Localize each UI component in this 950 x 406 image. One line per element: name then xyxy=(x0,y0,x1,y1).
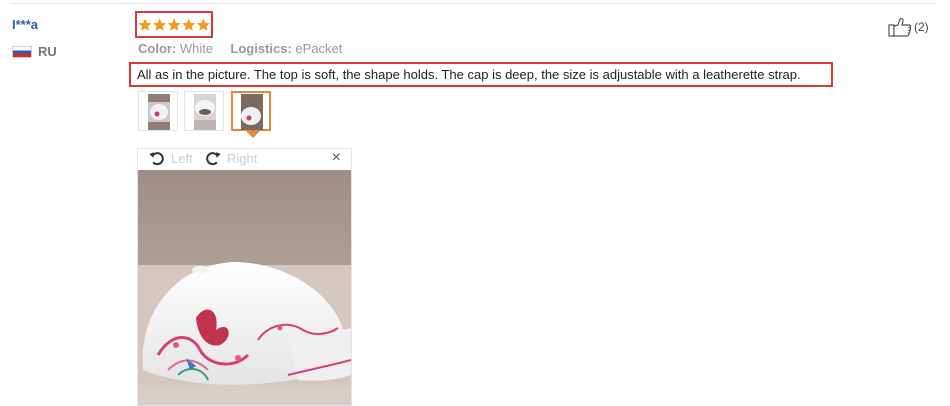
reviewer-name[interactable]: I***a xyxy=(12,17,38,32)
cap-photo-large xyxy=(138,170,351,405)
rotate-right-icon xyxy=(206,152,221,166)
reviewer-country: RU xyxy=(12,44,57,59)
order-meta: Color: White Logistics: ePacket xyxy=(138,41,342,56)
thumbs-up-icon xyxy=(888,17,912,37)
helpful-count: (2) xyxy=(914,20,929,34)
reviewer-info: I***a RU xyxy=(12,17,57,59)
thumbnail-pointer xyxy=(246,131,260,138)
color-label: Color: xyxy=(138,41,177,56)
rotate-left-label: Left xyxy=(171,150,193,166)
review-photo-thumbnail-3[interactable] xyxy=(231,91,271,131)
five-stars-icon xyxy=(138,18,210,31)
cap-photo-icon xyxy=(148,94,170,130)
russia-flag-icon xyxy=(12,45,32,58)
rotate-left-button[interactable]: Left xyxy=(149,150,193,166)
color-value: White xyxy=(179,41,214,56)
cap-photo-icon xyxy=(241,94,263,130)
close-viewer-button[interactable]: × xyxy=(332,149,341,167)
star-icon xyxy=(152,18,166,31)
review-photo-thumbnail-2[interactable] xyxy=(184,91,224,131)
viewer-toolbar: Left Right × xyxy=(138,149,351,170)
rotate-right-button[interactable]: Right xyxy=(205,150,257,166)
photo-viewer: Left Right × xyxy=(137,148,352,406)
review-text: All as in the picture. The top is soft, … xyxy=(137,67,801,82)
star-icon xyxy=(138,18,151,31)
logistics-label: Logistics: xyxy=(230,41,292,56)
top-divider xyxy=(10,3,935,4)
rotate-right-label: Right xyxy=(227,150,258,166)
helpful-button[interactable]: (2) xyxy=(888,17,929,37)
star-icon xyxy=(167,18,181,31)
review-photo-thumbnail-1[interactable] xyxy=(138,91,178,131)
star-rating xyxy=(135,11,213,38)
star-icon xyxy=(181,18,195,31)
star-icon xyxy=(196,18,210,31)
rotate-left-icon xyxy=(149,152,164,166)
review-text-container: All as in the picture. The top is soft, … xyxy=(129,62,833,87)
cap-photo-icon xyxy=(194,94,216,130)
country-code: RU xyxy=(38,44,57,59)
logistics-value: ePacket xyxy=(295,41,343,56)
